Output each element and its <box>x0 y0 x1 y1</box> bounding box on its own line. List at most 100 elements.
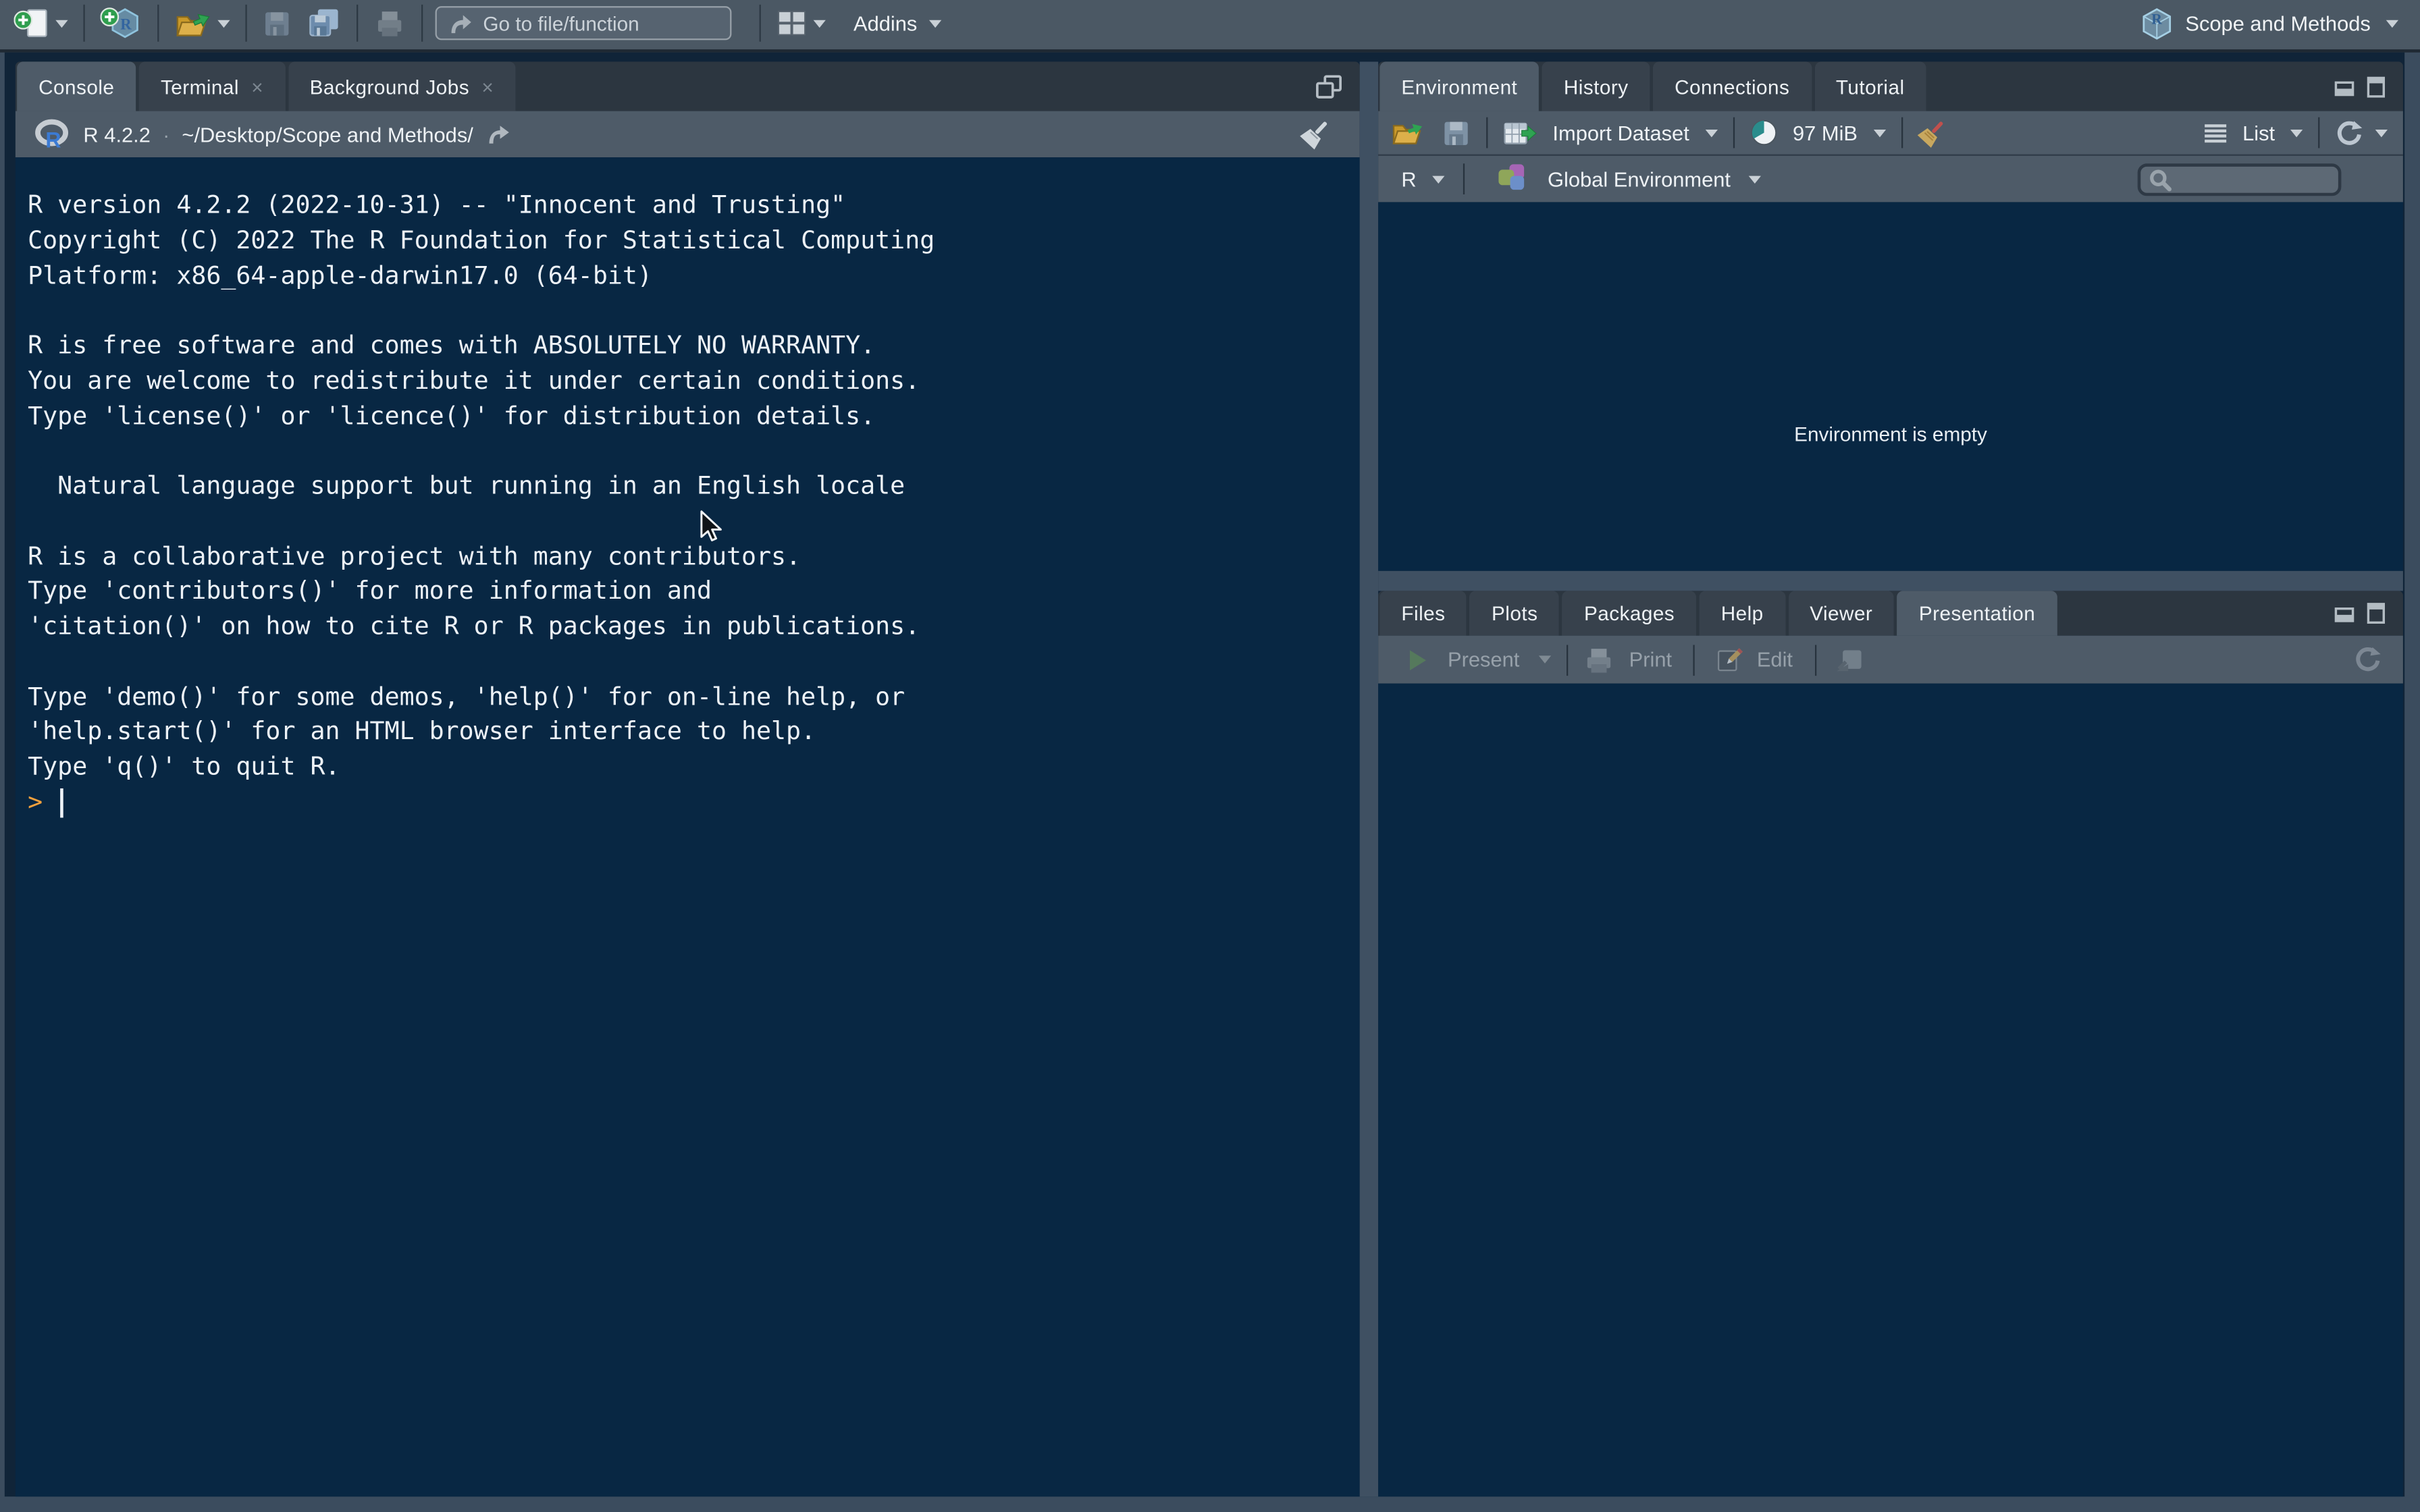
import-dataset-button[interactable]: Import Dataset <box>1500 111 1720 155</box>
close-icon[interactable]: × <box>251 76 263 97</box>
environment-scope-bar: R Global Environment <box>1378 155 2403 202</box>
tab-packages[interactable]: Packages <box>1562 591 1696 635</box>
pane-grid-icon <box>777 9 808 37</box>
tab-tutorial[interactable]: Tutorial <box>1814 61 1926 111</box>
caret-down-icon <box>1749 175 1761 182</box>
new-file-button[interactable] <box>11 1 71 45</box>
goto-file-input[interactable] <box>483 11 699 34</box>
caret-down-icon <box>930 20 942 27</box>
caret-down-icon <box>1432 175 1444 182</box>
tab-connections-label: Connections <box>1675 75 1789 98</box>
tab-terminal[interactable]: Terminal × <box>139 61 285 111</box>
print-label: Print <box>1629 648 1672 671</box>
tab-help-label: Help <box>1721 601 1764 624</box>
close-icon[interactable]: × <box>481 76 494 97</box>
present-button[interactable]: Present <box>1403 638 1554 681</box>
tab-plots[interactable]: Plots <box>1470 591 1559 635</box>
tab-help[interactable]: Help <box>1700 591 1785 635</box>
global-environment-icon <box>1495 162 1529 196</box>
tab-viewer-label: Viewer <box>1810 601 1872 624</box>
tab-files-label: Files <box>1401 601 1445 624</box>
load-workspace-folder-icon[interactable] <box>1390 119 1426 146</box>
print-presentation-button[interactable]: Print <box>1579 638 1675 681</box>
restore-pane-icon[interactable] <box>1315 74 1342 100</box>
present-label: Present <box>1448 648 1519 671</box>
memory-usage-label: 97 MiB <box>1793 121 1858 144</box>
output-tabstrip: Files Plots Packages Help Viewer Present… <box>1378 591 2403 635</box>
save-workspace-icon[interactable] <box>1442 118 1471 147</box>
caret-down-icon <box>2375 129 2388 136</box>
tab-viewer[interactable]: Viewer <box>1788 591 1894 635</box>
environment-toolbar: Import Dataset 97 MiB <box>1378 111 2403 155</box>
tab-packages-label: Packages <box>1584 601 1675 624</box>
list-view-button[interactable]: List <box>2201 111 2305 155</box>
language-selector-button[interactable]: R <box>1398 157 1448 200</box>
console-prompt-line: > <box>16 785 1360 820</box>
new-project-icon: R <box>101 5 142 41</box>
toolbar-separator <box>1693 644 1695 675</box>
addins-button[interactable]: Addins <box>850 1 945 45</box>
edit-label: Edit <box>1757 648 1793 671</box>
minimize-pane-icon[interactable] <box>2334 603 2355 624</box>
new-file-icon <box>14 5 50 41</box>
presentation-content <box>1378 684 2403 1497</box>
import-dataset-label: Import Dataset <box>1552 121 1689 144</box>
toolbar-separator <box>760 5 761 42</box>
tab-connections[interactable]: Connections <box>1653 61 1811 111</box>
toolbar-separator <box>1486 117 1488 148</box>
environment-search-input[interactable] <box>2173 169 2327 190</box>
output-pane: Files Plots Packages Help Viewer Present… <box>1378 591 2403 1496</box>
console-output: R version 4.2.2 (2022-10-31) -- "Innocen… <box>16 157 1360 785</box>
print-icon <box>1583 646 1614 674</box>
clear-console-broom-icon[interactable] <box>1298 117 1332 151</box>
open-file-button[interactable] <box>172 1 233 45</box>
play-icon <box>1406 647 1429 672</box>
pane-layout-button[interactable] <box>773 1 828 45</box>
tab-background-jobs[interactable]: Background Jobs × <box>288 61 516 111</box>
new-project-button[interactable]: R <box>97 1 145 45</box>
environment-content: Environment is empty <box>1378 202 2403 570</box>
refresh-icon <box>2335 119 2363 146</box>
toolbar-separator <box>83 5 84 42</box>
edit-presentation-button[interactable]: Edit <box>1714 638 1796 681</box>
caret-down-icon <box>2386 20 2398 27</box>
refresh-presentation-icon[interactable] <box>2354 647 2382 673</box>
caret-down-icon <box>814 20 826 27</box>
toolbar-separator <box>2318 117 2319 148</box>
tab-history-label: History <box>1564 75 1629 98</box>
console-content[interactable]: R version 4.2.2 (2022-10-31) -- "Innocen… <box>16 157 1360 1496</box>
tab-console-label: Console <box>38 75 114 98</box>
memory-usage-button[interactable]: 97 MiB <box>1746 111 1888 155</box>
title-separator-dot: · <box>163 123 169 146</box>
scope-selector-button[interactable]: Global Environment <box>1492 157 1765 200</box>
tab-console[interactable]: Console <box>17 61 136 111</box>
tab-environment[interactable]: Environment <box>1379 61 1539 111</box>
open-directory-arrow-icon[interactable] <box>485 124 512 145</box>
tab-presentation[interactable]: Presentation <box>1897 591 2057 635</box>
print-button[interactable] <box>371 1 409 45</box>
open-folder-icon <box>174 9 211 38</box>
open-in-new-window-icon[interactable] <box>1835 647 1862 672</box>
horizontal-splitter[interactable] <box>1378 571 2403 591</box>
environment-empty-message: Environment is empty <box>1378 423 2403 446</box>
tab-plots-label: Plots <box>1492 601 1537 624</box>
console-titlebar: R R 4.2.2 · ~/Desktop/Scope and Methods/ <box>16 111 1360 158</box>
toolbar-separator <box>1566 644 1567 675</box>
tab-history[interactable]: History <box>1542 61 1650 111</box>
project-menu-button[interactable]: R Scope and Methods <box>2137 1 2401 45</box>
rstudio-window: R <box>0 0 2420 1512</box>
minimize-pane-icon[interactable] <box>2334 76 2355 97</box>
goto-file-search[interactable] <box>436 6 732 40</box>
caret-down-icon <box>1538 655 1550 663</box>
vertical-splitter[interactable] <box>1360 61 1378 1496</box>
save-all-button[interactable] <box>304 1 344 45</box>
import-dataset-icon <box>1503 119 1537 146</box>
refresh-environment-button[interactable] <box>2332 111 2391 155</box>
environment-search-box[interactable] <box>2138 163 2342 196</box>
maximize-pane-icon[interactable] <box>2366 75 2386 98</box>
save-button[interactable] <box>259 1 295 45</box>
maximize-pane-icon[interactable] <box>2366 601 2386 624</box>
tab-files[interactable]: Files <box>1379 591 1467 635</box>
clear-environment-broom-icon[interactable] <box>1915 117 1947 149</box>
tab-tutorial-label: Tutorial <box>1836 75 1905 98</box>
